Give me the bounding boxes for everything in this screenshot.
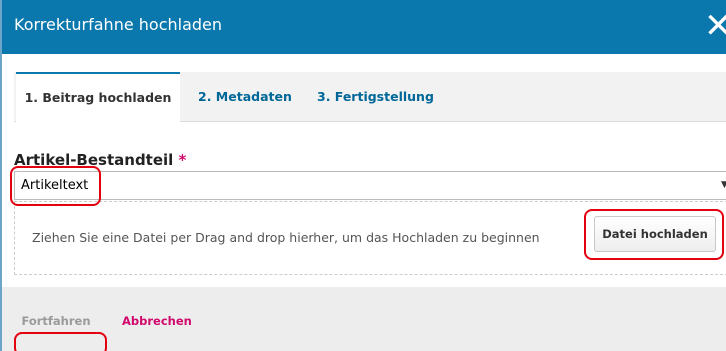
tab-metadaten[interactable]: 2. Metadaten [198, 72, 292, 122]
field-label-text: Artikel-Bestandteil [14, 151, 174, 169]
tab-fertigstellung[interactable]: 3. Fertigstellung [317, 72, 434, 122]
modal-body: 1. Beitrag hochladen 2. Metadaten 3. Fer… [0, 54, 726, 351]
select-value: Artikeltext [21, 178, 89, 193]
close-icon[interactable]: ✕ [704, 8, 726, 44]
cancel-link[interactable]: Abbrechen [122, 308, 192, 334]
chevron-down-icon[interactable]: ▼ [721, 180, 726, 190]
required-marker: * [178, 151, 187, 169]
modal-footer: Fortfahren Abbrechen [2, 287, 726, 351]
wizard-tabs: 1. Beitrag hochladen 2. Metadaten 3. Fer… [14, 72, 726, 123]
dropzone-text: Ziehen Sie eine Datei per Drag and drop … [32, 230, 540, 245]
artikel-bestandteil-select[interactable]: Artikeltext ▼ [14, 171, 726, 200]
continue-button[interactable]: Fortfahren [14, 308, 98, 334]
modal-title: Korrekturfahne hochladen [14, 15, 223, 34]
file-dropzone[interactable]: Ziehen Sie eine Datei per Drag and drop … [14, 201, 726, 275]
upload-file-button[interactable]: Datei hochladen [594, 216, 716, 252]
field-label-artikel-bestandteil: Artikel-Bestandteil * [14, 151, 186, 169]
tab-beitrag-hochladen[interactable]: 1. Beitrag hochladen [16, 72, 180, 123]
modal-header: Korrekturfahne hochladen ✕ [0, 0, 726, 54]
